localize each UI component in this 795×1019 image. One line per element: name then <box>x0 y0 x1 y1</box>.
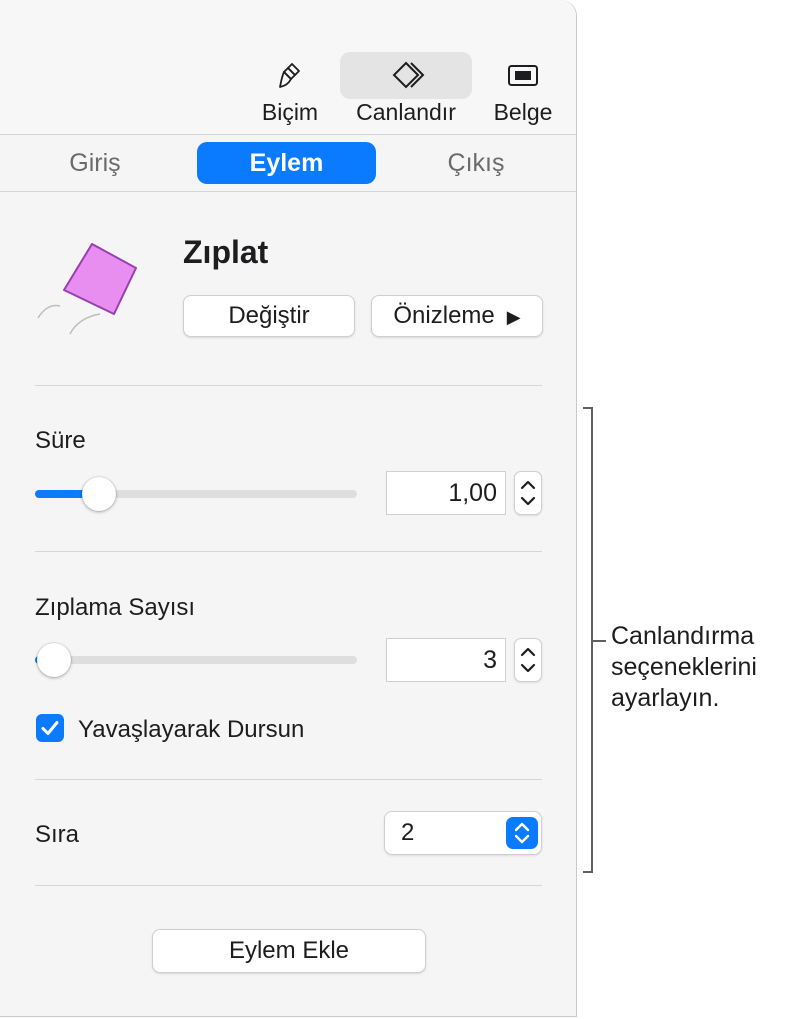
order-value: 2 <box>401 819 415 846</box>
duration-slider[interactable] <box>35 477 357 511</box>
preview-button-label: Önizleme <box>393 302 495 329</box>
duration-slider-knob[interactable] <box>82 477 117 511</box>
paintbrush-icon <box>250 60 330 90</box>
chevron-down-icon <box>520 496 536 506</box>
divider <box>35 885 542 886</box>
tab-action[interactable]: Eylem <box>197 142 376 184</box>
document-tab-label: Belge <box>493 99 553 125</box>
tab-build-out[interactable]: Çıkış <box>420 142 532 184</box>
animate-tab-label: Canlandır <box>356 99 456 125</box>
divider <box>35 385 542 386</box>
bounce-count-slider[interactable] <box>35 643 357 677</box>
callout-bracket <box>583 407 593 873</box>
format-tab-label: Biçim <box>261 99 319 125</box>
bounce-diamond-thumbnail <box>30 238 150 338</box>
callout-line: seçeneklerini <box>611 653 757 681</box>
order-select[interactable]: 2 <box>384 811 542 855</box>
animation-phase-tabs: Giriş Eylem Çıkış <box>0 135 576 192</box>
checkmark-icon <box>41 721 59 735</box>
change-button-label: Değiştir <box>228 302 310 329</box>
duration-label: Süre <box>35 427 86 454</box>
chevron-up-icon <box>520 480 536 490</box>
chevron-up-icon <box>520 647 536 657</box>
change-animation-button[interactable]: Değiştir <box>183 295 355 337</box>
inspector-toolbar: Biçim Canlandır Belge <box>0 0 576 135</box>
bounce-count-stepper[interactable] <box>514 638 542 682</box>
bounce-count-slider-knob[interactable] <box>37 643 72 677</box>
animation-name: Zıplat <box>183 234 269 270</box>
ease-out-checkbox[interactable] <box>36 714 64 742</box>
divider <box>35 551 542 552</box>
callout-line: Canlandırma <box>611 622 755 650</box>
callout-line: ayarlayın. <box>611 684 720 712</box>
add-action-label: Eylem Ekle <box>228 937 350 964</box>
updown-arrows-icon <box>506 817 538 849</box>
divider <box>35 779 542 780</box>
format-tab-button[interactable]: Biçim <box>250 52 330 128</box>
order-label: Sıra <box>35 821 80 848</box>
add-action-button[interactable]: Eylem Ekle <box>152 929 426 973</box>
preview-button[interactable]: Önizleme ▶ <box>371 295 543 337</box>
callout-leader-line <box>593 640 606 642</box>
duration-stepper[interactable] <box>514 471 542 515</box>
bounce-count-field[interactable]: 3 <box>386 638 506 682</box>
animate-tab-button[interactable]: Canlandır <box>340 52 472 128</box>
play-icon: ▶ <box>506 307 521 327</box>
tab-build-in[interactable]: Giriş <box>40 142 150 184</box>
duration-field[interactable]: 1,00 <box>386 471 506 515</box>
callout-text: Canlandırma seçeneklerini ayarlayın. <box>611 621 757 714</box>
diamond-icon <box>340 60 472 90</box>
ease-out-label: Yavaşlayarak Dursun <box>78 716 305 743</box>
document-tab-button[interactable]: Belge <box>486 52 560 128</box>
document-icon <box>486 60 560 90</box>
bounce-count-label: Zıplama Sayısı <box>35 594 196 621</box>
animate-inspector-panel: Biçim Canlandır Belge Giriş Eylem Çıkış … <box>0 0 577 1017</box>
chevron-down-icon <box>520 663 536 673</box>
